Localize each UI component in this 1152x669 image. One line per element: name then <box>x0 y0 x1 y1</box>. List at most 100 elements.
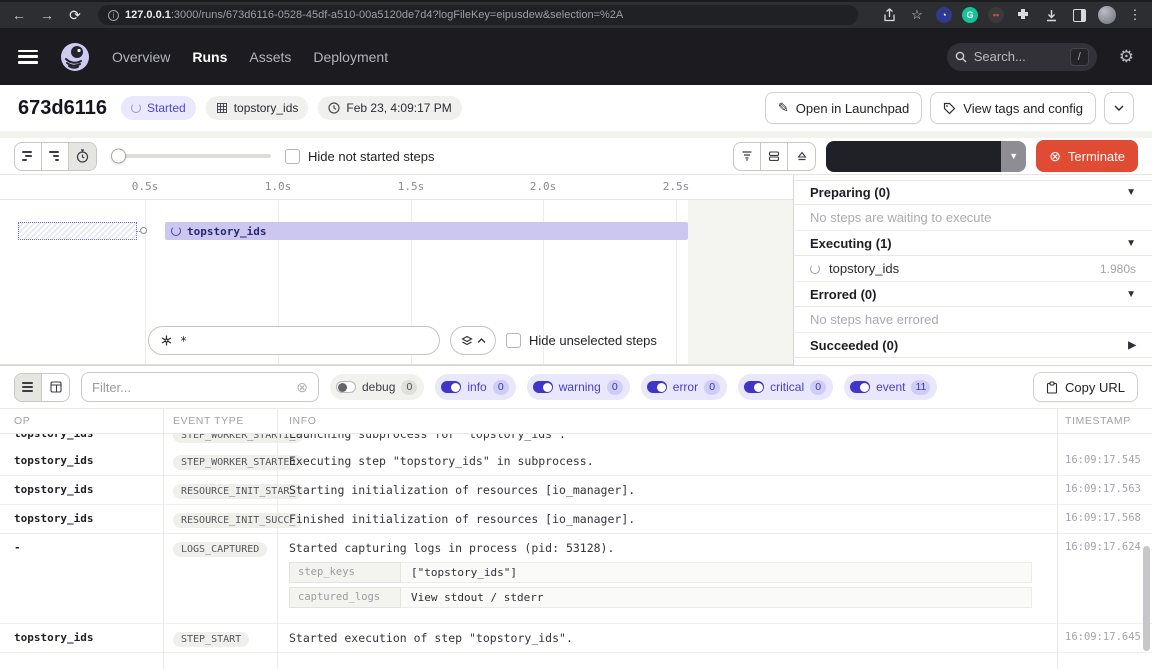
level-count-badge: 0 <box>493 380 509 395</box>
terminate-button[interactable]: ⊗Terminate <box>1036 140 1138 172</box>
step-waiting-box[interactable] <box>18 222 137 240</box>
nav-item-runs[interactable]: Runs <box>192 49 227 65</box>
extension-grammarly-icon[interactable]: G <box>962 7 978 23</box>
log-level-toggle-debug[interactable]: debug0 <box>330 374 424 400</box>
log-op: topstory_ids <box>0 447 163 473</box>
funnel-icon[interactable] <box>734 143 761 170</box>
nav-item-assets[interactable]: Assets <box>249 49 291 65</box>
view-tags-config-button[interactable]: View tags and config <box>930 92 1096 124</box>
step-selection-value: * <box>180 334 187 348</box>
forward-icon[interactable]: → <box>36 4 58 26</box>
global-search-input[interactable]: Search... / <box>947 43 1097 71</box>
reexecute-dropdown-caret[interactable]: ▼ <box>1001 141 1026 172</box>
back-icon[interactable]: ← <box>8 4 30 26</box>
log-level-toggle-error[interactable]: error0 <box>641 374 727 400</box>
log-level-toggle-event[interactable]: event11 <box>844 374 937 400</box>
checkbox[interactable] <box>285 149 300 164</box>
gantt-future-region <box>688 200 793 364</box>
log-toolbar: ⊗ debug0 info0 warning0 error0 critical0 <box>0 366 1152 408</box>
list-view-icon[interactable] <box>15 374 42 401</box>
log-row-logs-captured[interactable]: - LOGS_CAPTURED Started capturing logs i… <box>0 534 1152 624</box>
hide-not-started-checkbox[interactable]: Hide not started steps <box>285 149 434 164</box>
nav-item-deployment[interactable]: Deployment <box>313 49 388 65</box>
panel-section-succeeded[interactable]: Succeeded (0)▶ <box>794 333 1152 358</box>
level-count-badge: 0 <box>607 380 623 395</box>
layers-icon <box>461 335 473 347</box>
step-duration: 1.980s <box>1100 262 1136 276</box>
log-level-toggle-critical[interactable]: critical0 <box>738 374 833 400</box>
reexecute-split-button: Re-execute (topstory_ids) ▼ <box>826 141 1026 172</box>
op-selector-icon <box>160 334 173 347</box>
zoom-slider[interactable] <box>111 154 271 158</box>
log-row[interactable]: topstory_ids RESOURCE_INIT_SUCC_ Finishe… <box>0 505 1152 534</box>
executing-step-row[interactable]: topstory_ids 1.980s <box>794 256 1152 282</box>
extensions-puzzle-icon[interactable] <box>1014 6 1032 24</box>
step-filter-segmented-control <box>733 142 816 171</box>
log-row[interactable]: topstory_ids RESOURCE_INIT_STAR_ Startin… <box>0 476 1152 505</box>
log-info: Starting initialization of resources [io… <box>277 476 1057 503</box>
dagster-logo[interactable] <box>60 42 90 72</box>
site-info-icon[interactable]: i <box>108 10 119 21</box>
url-bar[interactable]: i 127.0.0.1:3000/runs/673d6116-0528-45df… <box>98 5 858 25</box>
collapse-eject-icon[interactable] <box>788 143 815 170</box>
run-main-area: 0.5s 1.0s 1.5s 2.0s 2.5s topstory_ids <box>0 175 1152 365</box>
copy-url-button[interactable]: Copy URL <box>1033 372 1138 402</box>
clipboard-icon <box>1046 381 1058 394</box>
zoom-slider-handle[interactable] <box>111 149 126 164</box>
waterfall-view-icon[interactable] <box>42 143 69 170</box>
settings-gear-icon[interactable]: ⚙ <box>1119 47 1134 67</box>
timed-view-icon[interactable] <box>69 143 96 170</box>
caret-right-icon: ▶ <box>1128 340 1136 351</box>
chevron-down-icon <box>1114 105 1124 111</box>
open-in-launchpad-button[interactable]: ✎Open in Launchpad <box>765 92 922 124</box>
axis-tick: 2.5s <box>663 180 690 193</box>
gantt-toolbar: Hide not started steps Re-execute (topst… <box>0 138 1152 175</box>
header-more-chevron-button[interactable] <box>1104 92 1134 124</box>
gridline <box>145 200 146 364</box>
log-view-segmented-control <box>14 373 70 402</box>
log-level-toggle-info[interactable]: info0 <box>435 374 515 400</box>
spinner-icon <box>171 226 181 236</box>
expand-all-icon[interactable] <box>761 143 788 170</box>
gantt-step-bar[interactable]: topstory_ids <box>165 222 688 240</box>
side-panel-icon[interactable] <box>1070 6 1088 24</box>
run-status-badge[interactable]: Started <box>121 96 196 120</box>
log-metadata-table: step_keys ["topstory_ids"] captured_logs… <box>289 562 1032 608</box>
hide-unselected-checkbox[interactable]: Hide unselected steps <box>506 333 657 348</box>
panel-section-executing[interactable]: Executing (1)▼ <box>794 231 1152 256</box>
log-filter-input[interactable] <box>92 380 290 395</box>
reexecute-button[interactable]: Re-execute (topstory_ids) <box>826 141 1001 172</box>
job-tag[interactable]: topstory_ids <box>206 96 309 120</box>
extension-dark-icon[interactable]: •• <box>988 7 1004 23</box>
log-scrollbar-thumb[interactable] <box>1143 546 1150 651</box>
panel-section-errored[interactable]: Errored (0)▼ <box>794 282 1152 307</box>
view-stdout-link[interactable]: View stdout / stderr <box>401 587 1032 608</box>
search-shortcut-key: / <box>1070 48 1089 66</box>
bookmark-star-icon[interactable]: ☆ <box>908 6 926 24</box>
checkbox[interactable] <box>506 333 521 348</box>
reload-icon[interactable]: ⟳ <box>64 4 86 26</box>
share-icon[interactable] <box>880 6 898 24</box>
log-level-toggle-warning[interactable]: warning0 <box>527 374 630 400</box>
level-count-badge: 0 <box>401 380 417 395</box>
level-count-badge: 0 <box>810 380 826 395</box>
browser-menu-icon[interactable]: ⋮ <box>1126 6 1144 24</box>
spinner-icon <box>131 103 141 113</box>
log-info: Started capturing logs in process (pid: … <box>289 541 614 555</box>
log-row[interactable]: topstory_ids STEP_WORKER_STARTED Executi… <box>0 447 1152 476</box>
structured-view-icon[interactable] <box>42 374 69 401</box>
hamburger-menu-icon[interactable] <box>18 50 38 64</box>
extension-clock-icon[interactable]: ◔ <box>936 7 952 23</box>
downloads-icon[interactable] <box>1042 6 1060 24</box>
clear-filter-icon[interactable]: ⊗ <box>296 379 308 396</box>
step-selection-input[interactable]: * <box>148 326 440 355</box>
nav-item-overview[interactable]: Overview <box>112 49 170 65</box>
log-timestamp: 16:09:17.568 <box>1057 505 1152 530</box>
panel-section-preparing[interactable]: Preparing (0)▼ <box>794 180 1152 205</box>
flat-view-icon[interactable] <box>15 143 42 170</box>
graph-query-toggle-button[interactable] <box>450 326 496 355</box>
log-table-header: OP EVENT TYPE INFO TIMESTAMP <box>0 408 1152 434</box>
profile-avatar[interactable] <box>1098 6 1116 24</box>
log-row[interactable]: topstory_ids STEP_START Started executio… <box>0 624 1152 653</box>
step-status-panel: Preparing (0)▼ No steps are waiting to e… <box>793 175 1152 365</box>
